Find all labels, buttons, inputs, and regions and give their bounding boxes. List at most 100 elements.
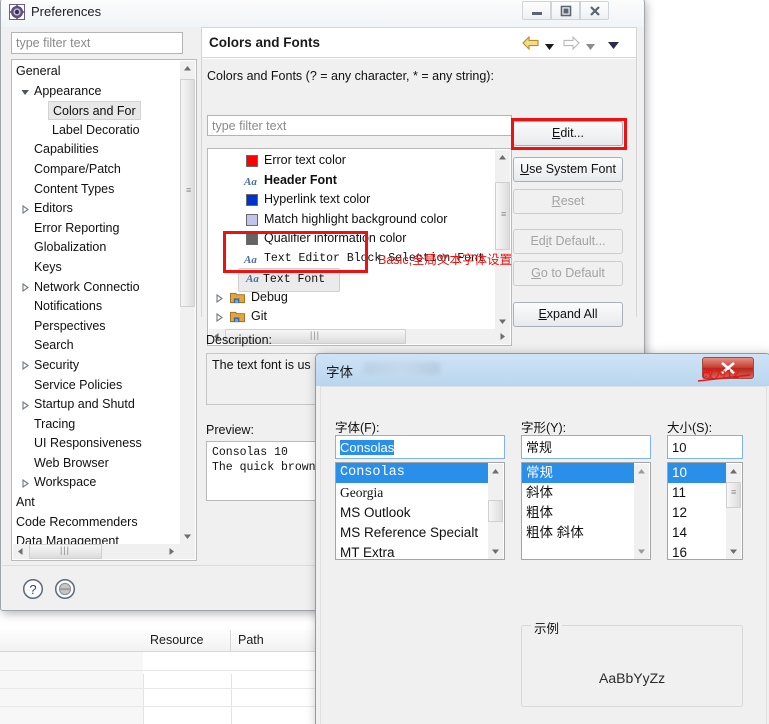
sidebar-item-label-decoratio[interactable]: Label Decoratio: [12, 121, 180, 141]
sidebar-item-search[interactable]: Search: [12, 336, 180, 356]
tree-scroll-down-icon[interactable]: [180, 529, 195, 544]
sidebar-item-globalization[interactable]: Globalization: [12, 238, 180, 258]
cf-scroll-down-icon[interactable]: [495, 314, 510, 329]
expand-arrow-icon[interactable]: [22, 478, 29, 488]
sidebar-item-capabilities[interactable]: Capabilities: [12, 140, 180, 160]
preferences-title-bar[interactable]: Preferences: [1, 0, 644, 27]
font-family-option[interactable]: MS Reference Specialt: [336, 523, 488, 543]
colors-fonts-list-item[interactable]: a Git: [208, 307, 495, 327]
tree-horizontal-scrollbar[interactable]: |||: [13, 544, 195, 559]
cf-scroll-right-icon[interactable]: [495, 329, 510, 344]
font-family-option[interactable]: Georgia: [336, 483, 488, 503]
collapse-arrow-icon[interactable]: [21, 89, 30, 96]
font-family-option[interactable]: MS Outlook: [336, 503, 488, 523]
expand-arrow-icon[interactable]: [22, 283, 29, 293]
font-style-input[interactable]: 常规: [521, 435, 651, 459]
font-size-option[interactable]: 11: [668, 483, 726, 503]
back-dropdown-icon[interactable]: [545, 39, 554, 53]
restore-button[interactable]: [551, 1, 580, 20]
close-button[interactable]: [580, 1, 609, 20]
sidebar-item-colors-and-for[interactable]: Colors and For: [12, 101, 180, 121]
size-list-scroll-down-icon[interactable]: [726, 544, 741, 559]
font-size-input[interactable]: 10: [667, 435, 743, 459]
sidebar-item-startup-and-shutd[interactable]: Startup and Shutd: [12, 395, 180, 415]
column-header-path[interactable]: Path: [231, 630, 319, 652]
font-size-option[interactable]: 12: [668, 503, 726, 523]
cf-scroll-thumb[interactable]: ≡: [495, 182, 510, 250]
edit-button[interactable]: Edit...: [513, 121, 623, 146]
font-size-scrollbar[interactable]: ≡: [726, 464, 741, 559]
tree-vertical-scrollbar[interactable]: ≡: [180, 61, 195, 544]
font-list-scroll-down-icon[interactable]: [488, 544, 503, 559]
sidebar-item-security[interactable]: Security: [12, 356, 180, 376]
font-style-option[interactable]: 粗体: [522, 503, 634, 523]
expand-all-button[interactable]: Expand All: [513, 302, 623, 327]
sidebar-item-appearance[interactable]: Appearance: [12, 82, 180, 102]
style-list-scroll-down-icon[interactable]: [634, 544, 649, 559]
back-arrow-icon[interactable]: [522, 35, 539, 53]
font-style-scrollbar[interactable]: [634, 464, 649, 559]
font-family-scrollbar[interactable]: [488, 464, 503, 559]
colors-fonts-filter-input[interactable]: type filter text: [207, 115, 512, 136]
expand-arrow-icon[interactable]: [22, 400, 29, 410]
sidebar-item-web-browser[interactable]: Web Browser: [12, 454, 180, 474]
expand-arrow-icon[interactable]: [22, 204, 29, 214]
sidebar-item-keys[interactable]: Keys: [12, 258, 180, 278]
colors-fonts-list-item[interactable]: Aa Header Font: [208, 171, 495, 191]
colors-fonts-list-item[interactable]: Error text color: [208, 151, 495, 171]
sidebar-item-ant[interactable]: Ant: [12, 493, 180, 513]
font-style-option[interactable]: 粗体 斜体: [522, 523, 634, 543]
size-list-scroll-up-icon[interactable]: [726, 464, 741, 479]
cf-scroll-up-icon[interactable]: [495, 150, 510, 165]
style-list-scroll-up-icon[interactable]: [634, 464, 649, 479]
colors-fonts-list-item[interactable]: Qualifier information color: [208, 229, 495, 249]
expand-arrow-icon[interactable]: [22, 361, 29, 371]
tree-scroll-up-icon[interactable]: [180, 61, 195, 76]
tree-scroll-right-icon[interactable]: [164, 544, 179, 559]
sidebar-item-content-types[interactable]: Content Types: [12, 180, 180, 200]
font-list-scroll-up-icon[interactable]: [488, 464, 503, 479]
sidebar-item-editors[interactable]: Editors: [12, 199, 180, 219]
forward-arrow-icon[interactable]: [563, 35, 580, 53]
tree-filter-input[interactable]: type filter text: [11, 32, 183, 54]
font-family-option[interactable]: MT Extra: [336, 543, 488, 559]
tree-hscroll-thumb[interactable]: |||: [29, 544, 102, 559]
preferences-tree[interactable]: General Appearance Colors and For Label Dec…: [11, 59, 197, 561]
font-style-option[interactable]: 斜体: [522, 483, 634, 503]
font-size-option[interactable]: 16: [668, 543, 726, 559]
sidebar-item-tracing[interactable]: Tracing: [12, 415, 180, 435]
sidebar-item-error-reporting[interactable]: Error Reporting: [12, 219, 180, 239]
sidebar-item-service-policies[interactable]: Service Policies: [12, 376, 180, 396]
sidebar-item-ui-responsiveness[interactable]: UI Responsiveness: [12, 434, 180, 454]
forward-dropdown-icon[interactable]: [586, 39, 595, 53]
column-header-resource[interactable]: Resource: [143, 630, 231, 652]
colors-fonts-list-item[interactable]: Aa Text Font: [208, 268, 495, 292]
sidebar-item-notifications[interactable]: Notifications: [12, 297, 180, 317]
cf-vertical-scrollbar[interactable]: ≡: [495, 150, 510, 329]
sidebar-item-workspace[interactable]: Workspace: [12, 473, 180, 493]
font-size-list[interactable]: 10111214161820 ≡: [667, 462, 743, 560]
colors-fonts-list-item[interactable]: Hyperlink text color: [208, 190, 495, 210]
font-style-option[interactable]: 常规: [522, 463, 634, 483]
font-size-option[interactable]: 14: [668, 523, 726, 543]
font-family-list[interactable]: Consolas Georgia MS Outlook MS Reference Sp…: [335, 462, 505, 560]
tree-scroll-thumb[interactable]: ≡: [180, 79, 195, 307]
use-system-font-button[interactable]: Use System Font: [513, 157, 623, 182]
sidebar-item-general[interactable]: General: [12, 62, 180, 82]
font-family-input[interactable]: Consolas: [335, 435, 505, 459]
view-menu-icon[interactable]: [608, 38, 619, 52]
sidebar-item-perspectives[interactable]: Perspectives: [12, 317, 180, 337]
colors-fonts-list-item[interactable]: Match highlight background color: [208, 210, 495, 230]
sidebar-item-network-connectio[interactable]: Network Connectio: [12, 278, 180, 298]
expand-arrow-icon[interactable]: [216, 293, 223, 303]
font-style-list[interactable]: 常规 斜体 粗体 粗体 斜体: [521, 462, 651, 560]
font-size-option[interactable]: 10: [668, 463, 726, 483]
font-list-scroll-thumb[interactable]: [488, 500, 503, 522]
sidebar-item-compare-patch[interactable]: Compare/Patch: [12, 160, 180, 180]
sidebar-item-code-recommenders[interactable]: Code Recommenders: [12, 513, 180, 533]
restore-defaults-icon[interactable]: [54, 578, 76, 603]
minimize-button[interactable]: [522, 1, 551, 20]
tree-scroll-left-icon[interactable]: [13, 544, 28, 559]
expand-arrow-icon[interactable]: [216, 313, 223, 322]
size-list-scroll-thumb[interactable]: ≡: [726, 482, 741, 508]
